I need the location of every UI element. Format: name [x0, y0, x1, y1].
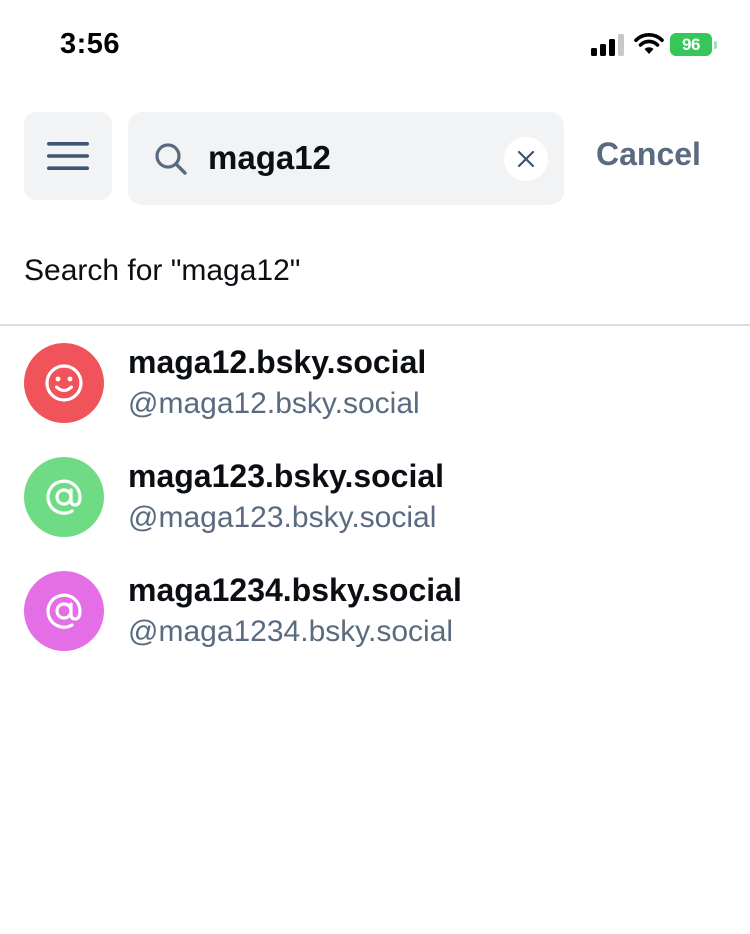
- at-sign-icon: [46, 593, 82, 629]
- close-icon: [517, 150, 535, 168]
- result-display-name: maga123.bsky.social: [128, 458, 445, 494]
- search-input[interactable]: [208, 134, 488, 182]
- avatar: [24, 457, 104, 537]
- list-item[interactable]: maga12.bsky.social @maga12.bsky.social: [0, 340, 750, 454]
- menu-button[interactable]: [24, 112, 112, 200]
- status-time: 3:56: [60, 28, 121, 60]
- hamburger-menu-icon: [47, 142, 89, 170]
- status-bar: 3:56 96: [0, 0, 750, 90]
- cellular-signal-icon: [591, 34, 624, 56]
- at-sign-icon: [46, 479, 82, 515]
- search-screen: 3:56 96 maga12 Cancel Search for "maga12…: [0, 0, 750, 934]
- wifi-icon: [634, 33, 664, 54]
- search-icon: [155, 143, 187, 175]
- list-item[interactable]: maga123.bsky.social @maga123.bsky.social: [0, 454, 750, 568]
- battery-cap: [714, 41, 717, 49]
- result-handle: @maga123.bsky.social: [128, 501, 437, 534]
- divider: [0, 324, 750, 326]
- battery-level: 96: [670, 33, 712, 56]
- search-results-list: maga12.bsky.social @maga12.bsky.social m…: [0, 340, 750, 682]
- result-handle: @maga1234.bsky.social: [128, 615, 454, 648]
- avatar: [24, 343, 104, 423]
- search-for-query[interactable]: Search for "maga12": [24, 254, 300, 288]
- battery-indicator: 96: [670, 33, 720, 57]
- clear-search-button[interactable]: [504, 137, 548, 181]
- result-handle: @maga12.bsky.social: [128, 387, 420, 420]
- search-box: [128, 112, 564, 205]
- result-display-name: maga12.bsky.social: [128, 344, 427, 380]
- smiley-icon: [45, 364, 83, 402]
- result-display-name: maga1234.bsky.social: [128, 572, 462, 608]
- list-item[interactable]: maga1234.bsky.social @maga1234.bsky.soci…: [0, 568, 750, 682]
- cancel-button[interactable]: Cancel: [596, 136, 701, 173]
- avatar: [24, 571, 104, 651]
